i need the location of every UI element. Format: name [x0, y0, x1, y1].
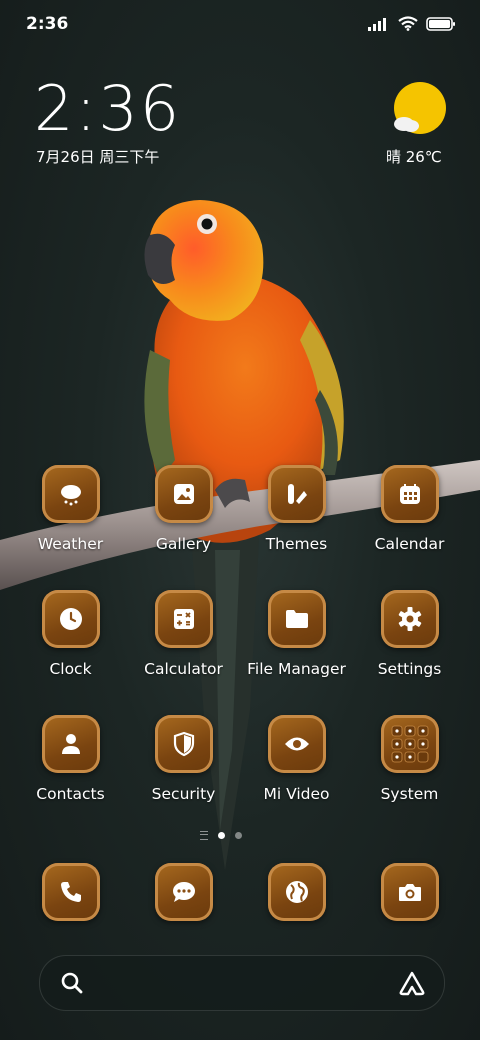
app-mi-video[interactable]: Mi Video — [240, 715, 353, 803]
dock-messages[interactable] — [127, 863, 240, 921]
phone-icon[interactable] — [41, 863, 100, 921]
status-time: 2:36 — [26, 14, 69, 34]
battery-icon — [426, 16, 455, 31]
gear-icon[interactable] — [380, 590, 439, 648]
app-grid-row-1: Weather Gallery Themes Calendar — [14, 465, 466, 553]
message-icon[interactable] — [154, 863, 213, 921]
assistant-icon[interactable] — [398, 970, 426, 996]
search-bar[interactable] — [39, 955, 445, 1011]
feed-page-indicator — [200, 831, 208, 840]
sun-cloud-icon[interactable] — [390, 82, 446, 138]
app-gallery[interactable]: Gallery — [127, 465, 240, 553]
app-label: Security — [151, 785, 216, 803]
browser-globe-icon[interactable] — [267, 863, 326, 921]
wifi-icon — [398, 16, 418, 31]
page-dot-active — [218, 832, 225, 839]
page-dot — [235, 832, 242, 839]
app-grid-row-2: Clock Calculator File Manager Settings — [14, 590, 466, 678]
gallery-icon[interactable] — [154, 465, 213, 523]
themes-icon[interactable] — [267, 465, 326, 523]
dock-camera[interactable] — [353, 863, 466, 921]
clock-widget-time[interactable]: 2:36 — [34, 72, 181, 145]
clock-icon[interactable] — [41, 590, 100, 648]
calendar-icon[interactable] — [380, 465, 439, 523]
shield-icon[interactable] — [154, 715, 213, 773]
weather-text: 晴 26℃ — [386, 148, 442, 166]
app-calculator[interactable]: Calculator — [127, 590, 240, 678]
app-label: Calendar — [374, 535, 445, 553]
app-themes[interactable]: Themes — [240, 465, 353, 553]
status-icons — [368, 16, 456, 31]
clock-widget-date: 7月26日 周三下午 — [36, 148, 160, 166]
dock — [14, 863, 466, 921]
app-label: Settings — [377, 660, 442, 678]
app-label: Mi Video — [263, 785, 330, 803]
app-contacts[interactable]: Contacts — [14, 715, 127, 803]
app-label: System — [380, 785, 439, 803]
app-label: Calculator — [144, 660, 223, 678]
calculator-icon[interactable] — [154, 590, 213, 648]
app-file-manager[interactable]: File Manager — [240, 590, 353, 678]
app-label: File Manager — [247, 660, 346, 678]
app-system-folder[interactable]: System — [353, 715, 466, 803]
app-grid-row-3: Contacts Security Mi Video System — [14, 715, 466, 803]
folder-icon[interactable] — [267, 590, 326, 648]
app-weather[interactable]: Weather — [14, 465, 127, 553]
app-label: Themes — [265, 535, 328, 553]
app-calendar[interactable]: Calendar — [353, 465, 466, 553]
app-label: Weather — [37, 535, 104, 553]
app-label: Clock — [49, 660, 92, 678]
dock-browser[interactable] — [240, 863, 353, 921]
app-security[interactable]: Security — [127, 715, 240, 803]
dock-phone[interactable] — [14, 863, 127, 921]
app-label: Gallery — [155, 535, 212, 553]
search-icon[interactable] — [60, 971, 84, 995]
camera-icon[interactable] — [380, 863, 439, 921]
app-label: Contacts — [36, 785, 105, 803]
page-indicator[interactable] — [200, 831, 242, 840]
eye-icon[interactable] — [267, 715, 326, 773]
person-icon[interactable] — [41, 715, 100, 773]
folder-grid-icon[interactable] — [380, 715, 439, 773]
app-clock[interactable]: Clock — [14, 590, 127, 678]
signal-icon — [368, 17, 386, 31]
app-settings[interactable]: Settings — [353, 590, 466, 678]
weather-icon[interactable] — [41, 465, 100, 523]
